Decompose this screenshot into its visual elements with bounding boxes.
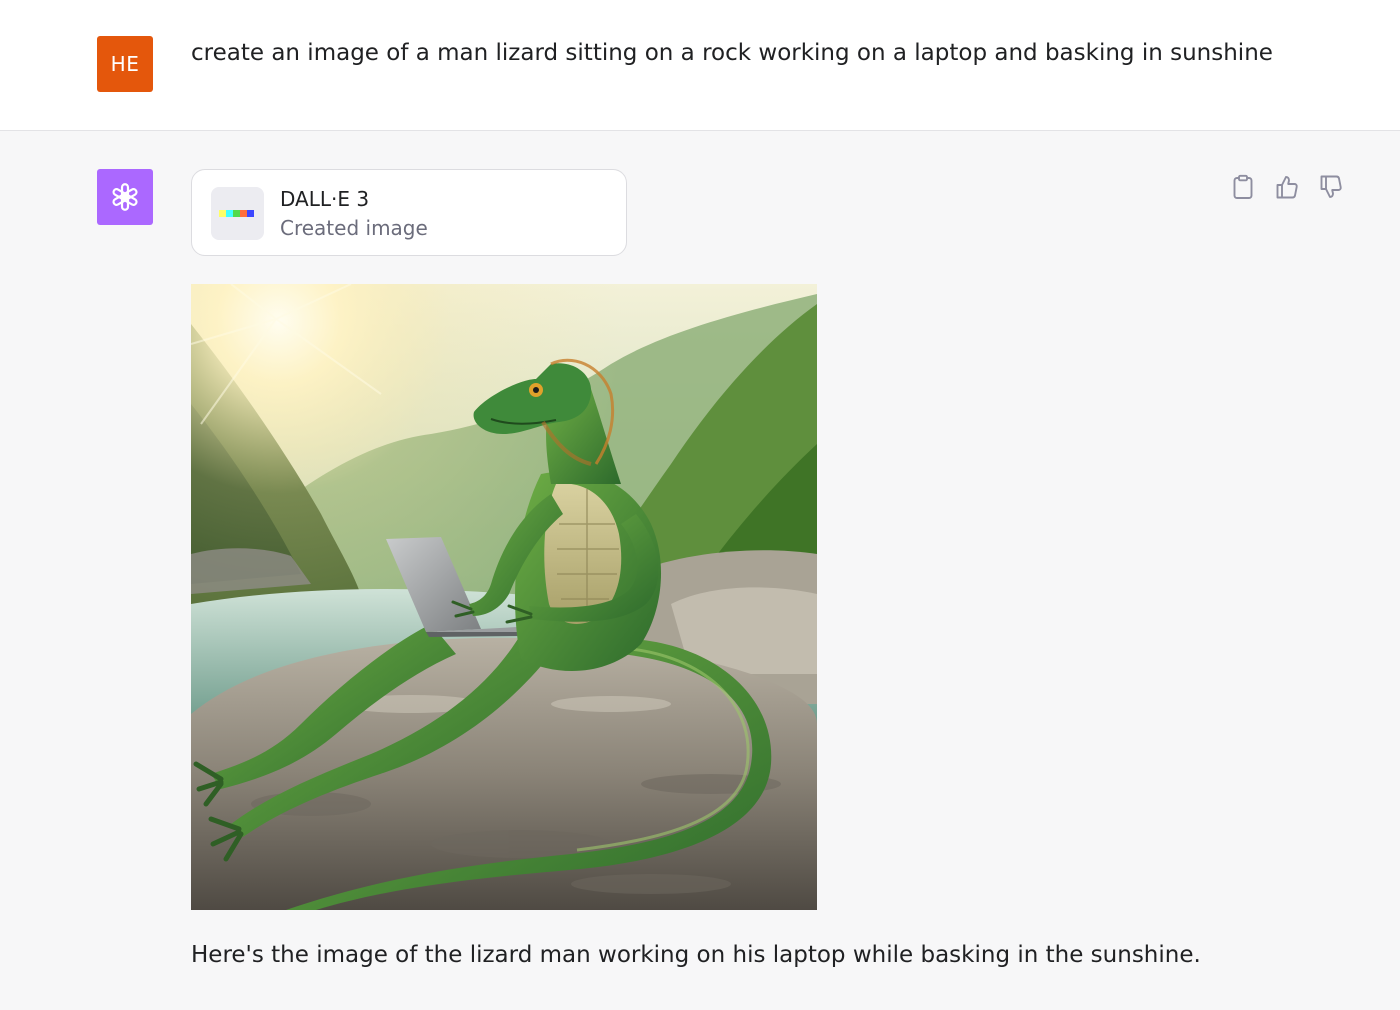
assistant-avatar — [97, 169, 153, 225]
palette-swatch-0 — [219, 210, 226, 217]
thumbs-up-button[interactable] — [1274, 173, 1300, 201]
palette-swatch-2 — [233, 210, 240, 217]
copy-button[interactable] — [1230, 173, 1256, 201]
thumbs-up-icon — [1276, 176, 1298, 199]
thumbs-down-icon — [1320, 175, 1342, 198]
clipboard-icon — [1233, 174, 1253, 199]
dalle-tool-card[interactable]: DALL·E 3 Created image — [191, 169, 627, 256]
palette-swatch-3 — [240, 210, 247, 217]
dalle-palette-icon — [211, 187, 264, 240]
user-message-text: create an image of a man lizard sitting … — [191, 40, 1273, 66]
message-actions — [1230, 173, 1344, 201]
tool-name: DALL·E 3 — [280, 187, 370, 211]
user-avatar: HE — [97, 36, 153, 92]
assistant-message-row: DALL·E 3 Created image Here's the image … — [0, 131, 1400, 1010]
palette-swatch-1 — [226, 210, 233, 217]
palette-swatch-4 — [247, 210, 254, 217]
openai-logo-icon — [112, 183, 138, 211]
lizard-scene-illustration — [191, 284, 817, 910]
tool-status: Created image — [280, 216, 428, 240]
generated-image[interactable] — [191, 284, 817, 910]
user-message-row: HE create an image of a man lizard sitti… — [0, 0, 1400, 131]
thumbs-down-button[interactable] — [1318, 173, 1344, 201]
assistant-message-text: Here's the image of the lizard man worki… — [191, 942, 1201, 968]
